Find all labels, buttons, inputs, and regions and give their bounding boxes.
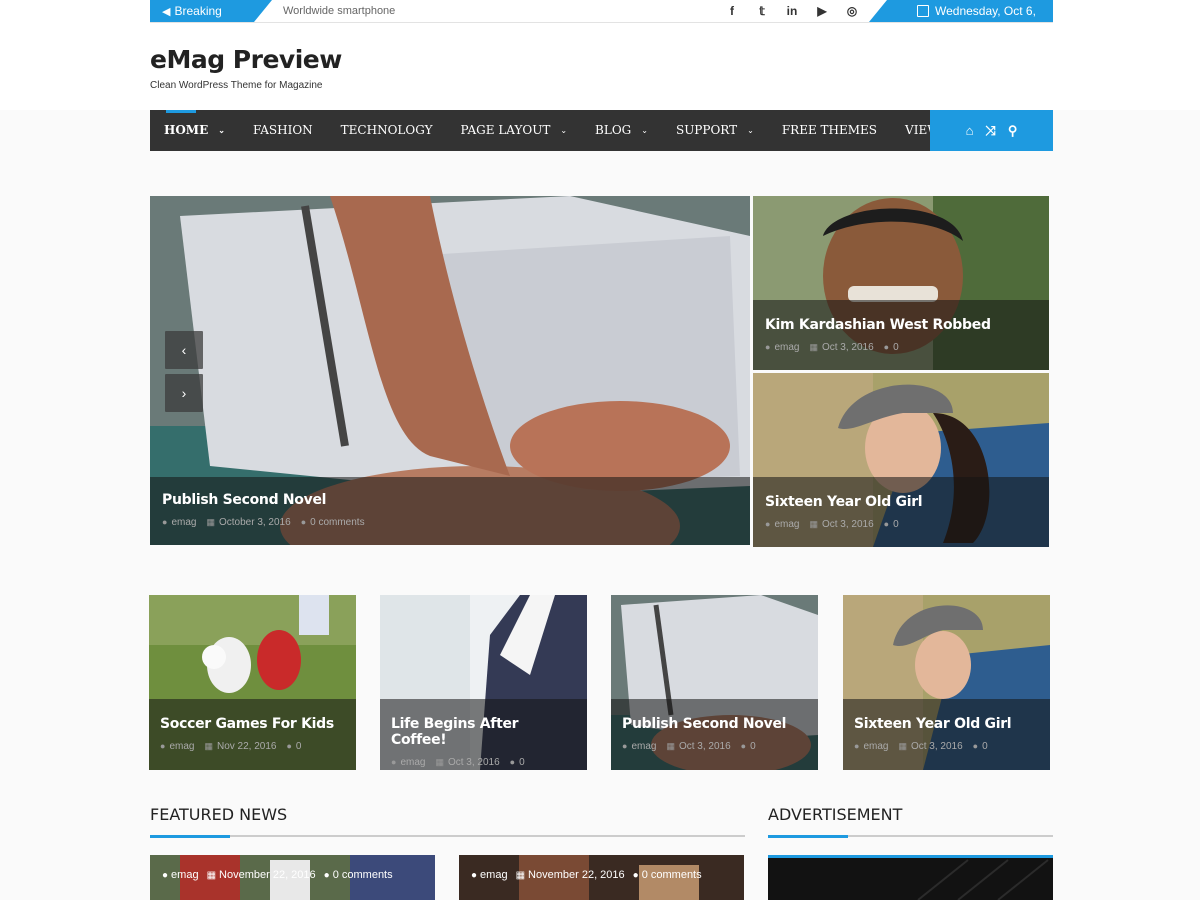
grid-post[interactable]: Sixteen Year Old Girl ● emag ▦ Oct 3, 2016 ● 0 [843,595,1050,770]
calendar-icon: ▦ [809,342,818,352]
chevron-down-icon: ⌄ [747,126,754,135]
calendar-icon: ▦ [809,519,818,529]
calendar-icon [917,5,929,17]
calendar-icon: ▦ [515,870,526,881]
comment-icon: ● [740,741,747,751]
user-icon: ● [160,741,166,751]
user-icon: ● [854,741,860,751]
post-title[interactable]: Sixteen Year Old Girl [765,494,1037,510]
nav-item-page-layout[interactable]: Page Layout ⌄ [447,110,582,151]
grid-post[interactable]: Publish Second Novel ● emag ▦ Oct 3, 2016 ● 0 [611,595,818,770]
comment-icon: ● [883,519,890,529]
user-icon: ● [765,342,771,352]
grid-post-caption: Publish Second Novel ● emag ▦ Oct 3, 2016 ● 0 [611,699,818,770]
site-tagline: Clean WordPress Theme for Magazine [150,80,323,91]
slider-side-2-caption: Sixteen Year Old Girl ● emag ▦ Oct 3, 2016… [753,477,1049,547]
post-title[interactable]: Sixteen Year Old Girl [854,716,1039,732]
user-icon: ● [765,519,771,529]
slider-main[interactable]: ‹ › Publish Second Novel ● emag ▦ October … [150,196,750,545]
slider-side-1[interactable]: Kim Kardashian West Robbed ● emag ▦ Oct 3,… [753,196,1049,370]
slider-prev-button[interactable]: ‹ [165,331,203,369]
featured-news-heading: FEATURED NEWS [150,805,288,824]
calendar-icon: ▦ [898,741,907,751]
twitter-icon[interactable]: 𝕥 [747,4,777,18]
grid-post-caption: Sixteen Year Old Girl ● emag ▦ Oct 3, 2016 ● 0 [843,699,1050,770]
nav-item-home[interactable]: Home ⌄ [150,110,239,151]
youtube-icon[interactable]: ▶ [807,4,837,18]
post-title[interactable]: Kim Kardashian West Robbed [765,317,1037,333]
top-bar: ◀ Breaking News Worldwide smartphone f 𝕥 … [150,0,1053,41]
home-icon[interactable]: ⌂ [966,123,974,138]
post-title[interactable]: Publish Second Novel [622,716,807,732]
calendar-icon: ▦ [204,741,213,751]
slider-main-caption: Publish Second Novel ● emag ▦ October 3, 2… [150,477,750,545]
chevron-down-icon: ⌄ [218,125,225,135]
user-icon: ● [622,741,628,751]
nav-item-fashion[interactable]: Fashion [239,110,327,151]
comment-icon: ● [509,757,516,767]
advertisement-image [768,855,1053,900]
chevron-down-icon: ⌄ [641,126,648,135]
calendar-icon: ▦ [206,870,217,881]
slider-next-button[interactable]: › [165,374,203,412]
nav-tools: ⌂ ⤨ ⚲ [930,110,1053,151]
main-navigation: Home ⌄ Fashion Technology Page Layout ⌄ Blog ⌄ S… [150,110,1053,151]
search-icon[interactable]: ⚲ [1008,123,1018,139]
user-icon: ● [162,870,169,881]
calendar-icon: ▦ [435,757,444,767]
nav-item-support[interactable]: Support ⌄ [662,110,768,151]
user-icon: ● [162,517,168,527]
grid-post-caption: Soccer Games For Kids ● emag ▦ Nov 22, 2016 ●… [149,699,356,770]
site-branding: eMag Preview Clean WordPress Theme for M… [150,44,1053,91]
chevron-down-icon: ⌄ [560,126,568,135]
user-icon: ● [471,870,478,881]
calendar-icon: ▦ [666,741,675,751]
comment-icon: ● [883,342,890,352]
nav-item-blog[interactable]: Blog ⌄ [581,110,662,151]
advertisement-divider [768,835,1053,838]
advertisement-banner[interactable] [768,855,1053,900]
user-icon: ● [391,757,397,767]
grid-post-caption: Life Begins After Coffee! ● emag ▦ Oct 3, 20… [380,699,587,770]
instagram-icon[interactable]: ◎ [837,4,867,18]
slider-side-1-caption: Kim Kardashian West Robbed ● emag ▦ Oct 3,… [753,300,1049,370]
site-title[interactable]: eMag Preview [150,44,1053,76]
linkedin-icon[interactable]: in [777,4,807,18]
comment-icon: ● [632,870,639,881]
slider-main-meta: ● emag ▦ October 3, 2016 ● 0 comments [162,517,365,528]
calendar-icon: ▦ [206,517,215,527]
date-badge: Wednesday, Oct 6, 2021 [869,0,1053,40]
featured-news-divider [150,835,745,838]
comment-icon: ● [323,870,330,881]
comment-icon: ● [300,517,307,527]
post-title[interactable]: Life Begins After Coffee! [391,716,576,748]
grid-post[interactable]: Life Begins After Coffee! ● emag ▦ Oct 3, 20… [380,595,587,770]
breaking-news-badge: ◀ Breaking News [150,0,272,41]
grid-post[interactable]: Soccer Games For Kids ● emag ▦ Nov 22, 2016 ●… [149,595,356,770]
post-title[interactable]: Soccer Games For Kids [160,716,345,732]
facebook-icon[interactable]: f [717,4,747,18]
featured-post-2[interactable]: ● emag ▦ November 22, 2016 ● 0 comments [459,855,744,900]
nav-item-free-themes[interactable]: Free Themes [768,110,891,151]
nav-item-technology[interactable]: Technology [327,110,447,151]
comment-icon: ● [972,741,979,751]
random-icon[interactable]: ⤨ [985,123,995,139]
social-links: f 𝕥 in ▶ ◎ [717,0,867,22]
news-ticker[interactable]: Worldwide smartphone [283,0,395,22]
slider-side-2[interactable]: Sixteen Year Old Girl ● emag ▦ Oct 3, 2016… [753,373,1049,547]
comment-icon: ● [286,741,292,751]
megaphone-icon: ◀ [162,6,171,18]
slider-main-title[interactable]: Publish Second Novel [162,492,738,508]
featured-post-1[interactable]: ● emag ▦ November 22, 2016 ● 0 comments [150,855,435,900]
advertisement-heading: ADVERTISEMENT [768,805,903,824]
